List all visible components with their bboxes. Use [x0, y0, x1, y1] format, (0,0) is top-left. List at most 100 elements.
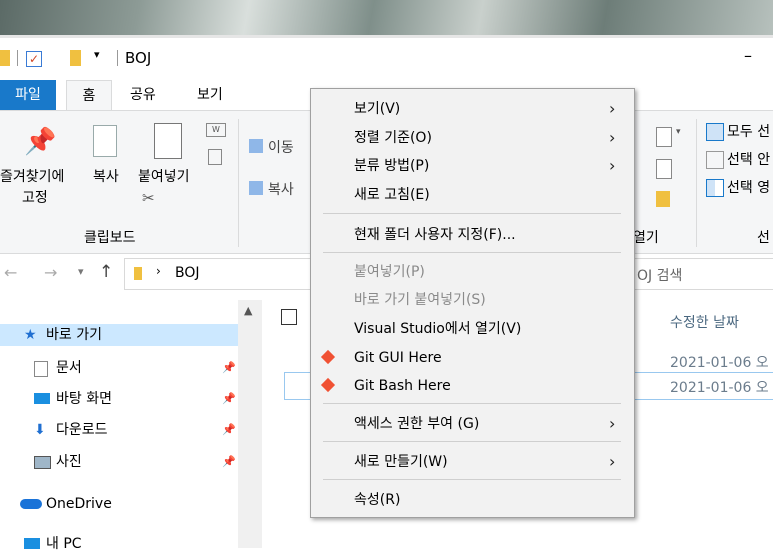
nav-label: 내 PC	[46, 536, 82, 552]
cut-icon[interactable]: ✂	[142, 189, 155, 207]
submenu-chevron-icon: ›	[609, 156, 616, 175]
edit-icon[interactable]	[656, 159, 672, 179]
menu-item-group-by[interactable]: 분류 방법(P) ›	[311, 152, 634, 180]
git-icon	[320, 377, 336, 393]
menu-item-open-in-visual-studio[interactable]: Visual Studio에서 열기(V)	[311, 315, 634, 343]
download-arrow-icon: ⬇	[34, 422, 46, 438]
new-folder-icon[interactable]	[70, 50, 81, 66]
pinned-icon[interactable]: 📌	[222, 451, 236, 473]
move-to-button[interactable]: 이동	[268, 137, 294, 157]
menu-item-properties[interactable]: 속성(R)	[311, 486, 634, 514]
tab-share[interactable]: 공유	[130, 80, 156, 110]
nav-label: OneDrive	[46, 496, 112, 512]
scroll-up-icon[interactable]: ▲	[244, 304, 252, 317]
menu-item-view[interactable]: 보기(V) ›	[311, 95, 634, 123]
paste-shortcut-icon[interactable]	[208, 149, 222, 165]
menu-item-customize-folder[interactable]: 현재 폴더 사용자 지정(F)...	[311, 221, 634, 249]
menu-item-git-bash[interactable]: Git Bash Here	[311, 372, 634, 400]
menu-label: 새로 만들기(W)	[354, 454, 448, 470]
table-row[interactable]: 2021-01-06 오	[670, 352, 769, 372]
pinned-icon[interactable]: 📌	[222, 388, 236, 410]
properties-icon[interactable]	[656, 127, 672, 147]
menu-label: 속성(R)	[354, 492, 401, 508]
select-all-icon[interactable]	[706, 123, 724, 141]
divider	[17, 50, 18, 66]
nav-scrollbar[interactable]: ▲	[238, 300, 262, 548]
nav-item-this-pc[interactable]: 내 PC	[0, 533, 238, 555]
back-arrow-icon[interactable]: ←	[4, 263, 17, 282]
pin-to-quick-access-label-2[interactable]: 고정	[22, 187, 48, 207]
copy-to-icon[interactable]	[249, 181, 263, 195]
tab-view[interactable]: 보기	[197, 80, 223, 110]
invert-selection-icon[interactable]	[706, 179, 724, 197]
paste-button[interactable]: 붙여넣기	[138, 166, 190, 186]
menu-item-git-gui[interactable]: Git GUI Here	[311, 344, 634, 372]
clipboard-group-label: 클립보드	[84, 230, 136, 246]
pinned-icon[interactable]: 📌	[222, 419, 236, 441]
folder-icon	[0, 50, 10, 66]
copy-to-button[interactable]: 복사	[268, 179, 294, 199]
minimize-button[interactable]: –	[744, 46, 752, 65]
menu-item-sort-by[interactable]: 정렬 기준(O) ›	[311, 124, 634, 152]
nav-item-downloads[interactable]: ⬇ 다운로드 📌	[0, 419, 238, 441]
move-to-icon[interactable]	[249, 139, 263, 153]
menu-label: 보기(V)	[354, 101, 401, 117]
git-icon	[320, 349, 336, 365]
copy-button[interactable]: 복사	[93, 166, 119, 186]
quick-access-toolbar-dropdown-icon[interactable]: ▾	[94, 48, 100, 64]
pinned-icon[interactable]: 📌	[222, 357, 236, 379]
menu-item-new[interactable]: 새로 만들기(W) ›	[311, 448, 634, 476]
nav-item-documents[interactable]: 문서 📌	[0, 357, 238, 379]
breadcrumb-chevron-icon: ›	[156, 264, 161, 278]
search-box[interactable]: OJ 검색	[630, 258, 773, 290]
address-bar[interactable]: › BOJ	[124, 258, 312, 290]
nav-item-quick-access[interactable]: ★ 바로 가기	[0, 324, 238, 346]
menu-item-paste-shortcut[interactable]: 바로 가기 붙여넣기(S)	[311, 286, 634, 314]
menu-item-paste[interactable]: 붙여넣기(P)	[311, 258, 634, 286]
pin-to-quick-access-label[interactable]: 즐겨찾기에	[0, 166, 64, 186]
menu-label: Visual Studio에서 열기(V)	[354, 321, 522, 337]
select-none-button[interactable]: 선택 안	[727, 149, 770, 169]
group-divider	[238, 119, 239, 247]
search-input[interactable]: OJ 검색	[637, 265, 682, 285]
menu-item-give-access[interactable]: 액세스 권한 부여 (G) ›	[311, 410, 634, 438]
chevron-down-icon[interactable]: ▾	[676, 127, 681, 137]
nav-item-pictures[interactable]: 사진 📌	[0, 451, 238, 473]
forward-arrow-icon[interactable]: →	[44, 263, 57, 282]
nav-label: 사진	[56, 454, 82, 470]
history-icon[interactable]	[656, 191, 670, 207]
up-arrow-icon[interactable]: ↑	[99, 262, 113, 282]
menu-item-refresh[interactable]: 새로 고침(E)	[311, 181, 634, 209]
copy-path-icon[interactable]: W	[206, 123, 226, 137]
submenu-chevron-icon: ›	[609, 414, 616, 433]
nav-item-onedrive[interactable]: OneDrive	[0, 493, 238, 515]
divider	[117, 50, 118, 66]
desktop-icon	[34, 393, 50, 404]
menu-label: 현재 폴더 사용자 지정(F)...	[354, 227, 516, 243]
invert-selection-button[interactable]: 선택 영	[727, 177, 770, 197]
column-header-modified[interactable]: 수정한 날짜	[670, 312, 739, 332]
select-none-icon[interactable]	[706, 151, 724, 169]
tab-home[interactable]: 홈	[66, 80, 112, 111]
pictures-icon	[34, 456, 51, 469]
menu-label: Git GUI Here	[354, 350, 442, 366]
modified-date-cell: 2021-01-06 오	[670, 380, 769, 396]
nav-label: 다운로드	[56, 422, 108, 438]
nav-item-desktop[interactable]: 바탕 화면 📌	[0, 388, 238, 410]
tab-file[interactable]: 파일	[0, 80, 56, 110]
copy-icon[interactable]	[93, 125, 117, 157]
navigation-pane: ▲ ★ 바로 가기 문서 📌 바탕 화면 📌 ⬇ 다운로드 📌 사진 📌 One…	[0, 300, 262, 552]
select-all-checkbox[interactable]	[281, 309, 297, 325]
cloud-icon	[20, 499, 42, 509]
group-divider	[696, 119, 697, 247]
pin-icon[interactable]: 📌	[24, 127, 56, 157]
recent-locations-chevron-icon[interactable]: ▾	[78, 265, 84, 278]
title-bar[interactable]: ✓ ▾ BOJ –	[0, 38, 773, 80]
properties-check-icon[interactable]: ✓	[26, 51, 42, 67]
menu-separator	[323, 479, 621, 480]
paste-icon[interactable]	[154, 123, 182, 159]
desktop-wallpaper	[0, 0, 773, 38]
select-all-button[interactable]: 모두 선	[727, 121, 770, 141]
menu-label: Git Bash Here	[354, 378, 451, 394]
breadcrumb[interactable]: BOJ	[175, 265, 200, 281]
